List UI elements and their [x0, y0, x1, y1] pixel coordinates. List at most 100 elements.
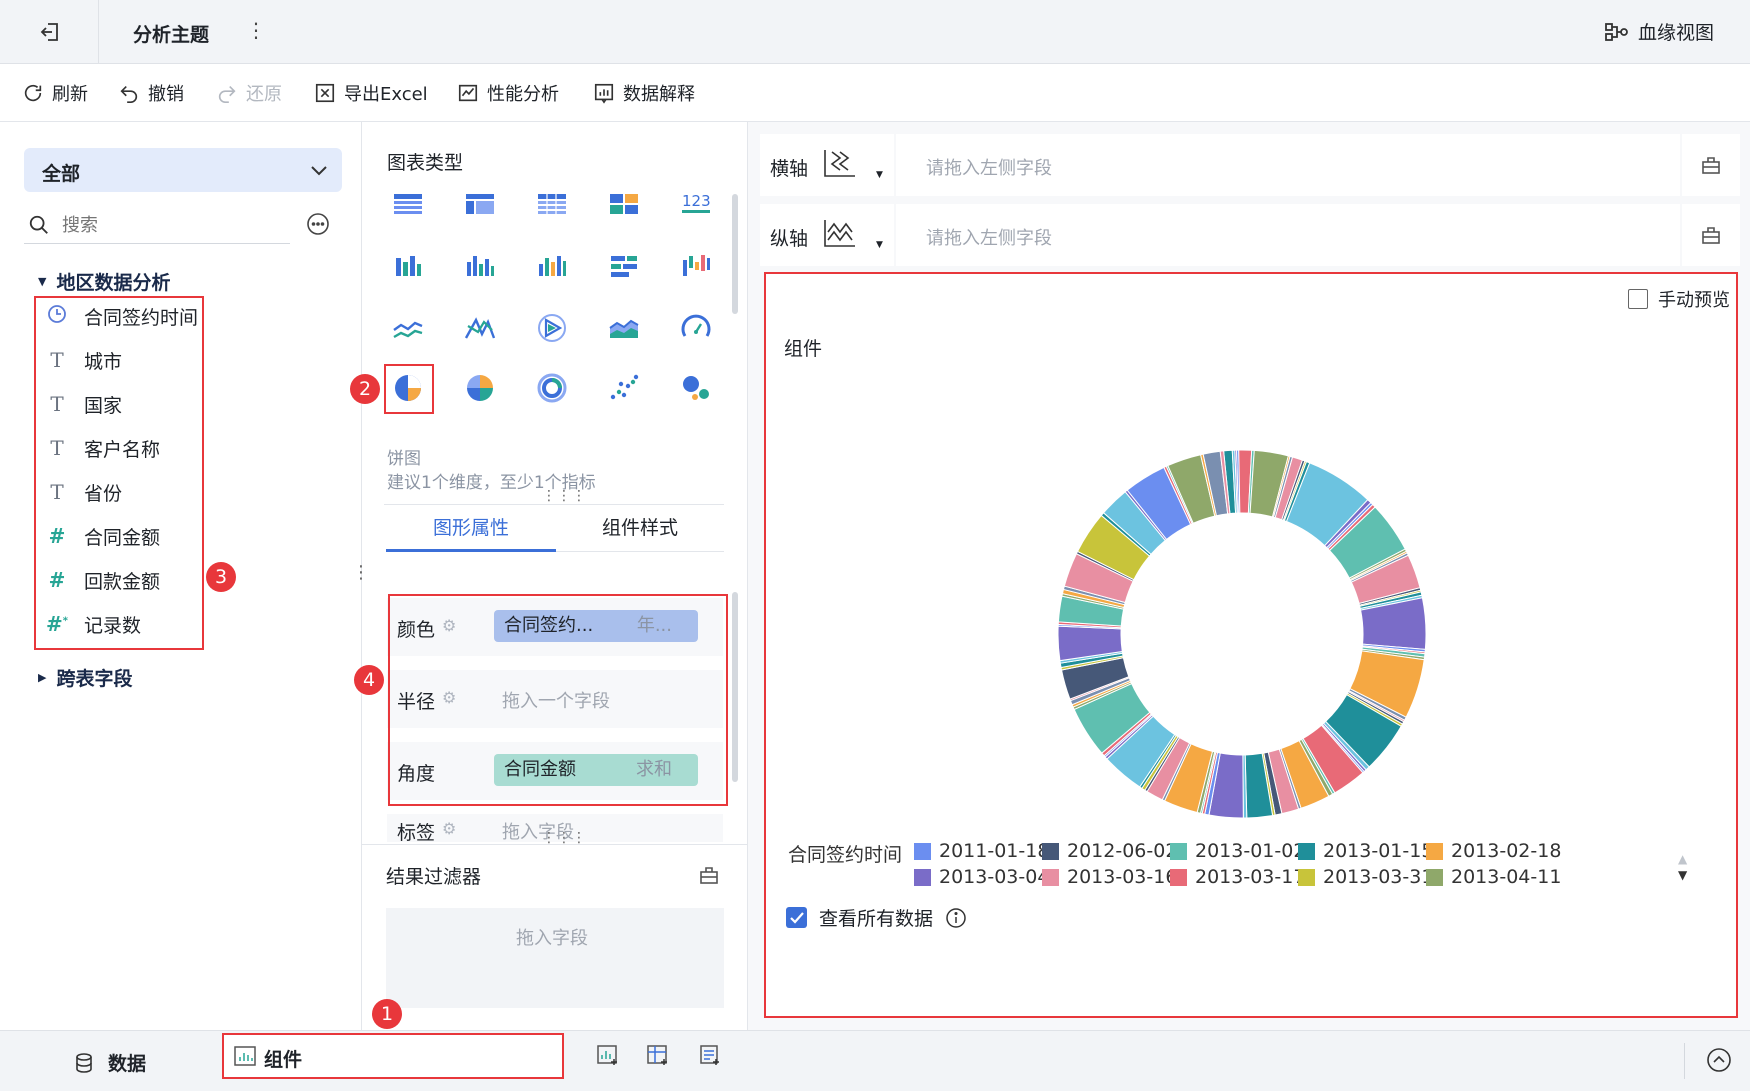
gauge-chart-icon[interactable] — [676, 308, 716, 348]
refresh-icon — [24, 84, 42, 102]
legend-item[interactable]: 2013-03-31 — [1298, 866, 1433, 888]
lineage-button[interactable]: 血缘视图 — [1604, 18, 1714, 45]
refresh-button[interactable]: 刷新 — [22, 78, 88, 108]
scatter-chart-icon[interactable] — [604, 368, 644, 408]
performance-icon — [458, 84, 478, 102]
back-icon[interactable] — [38, 20, 62, 44]
legend-item[interactable]: 2013-04-11 — [1426, 866, 1561, 888]
bubble-chart-icon[interactable] — [676, 368, 716, 408]
y-axis-row[interactable]: 纵轴 ▼ 请拖入左侧字段 — [760, 204, 1740, 266]
legend-swatch — [1298, 868, 1315, 886]
caret-down-icon[interactable]: ▼ — [876, 240, 883, 250]
tab-graph-props[interactable]: 图形属性 — [386, 506, 556, 552]
multi-pie-icon[interactable] — [460, 368, 500, 408]
legend-item[interactable]: 2013-01-02 — [1170, 840, 1305, 862]
group-title: 地区数据分析 — [56, 272, 171, 294]
cross-table-header[interactable]: ▶ 跨表字段 — [38, 664, 132, 691]
add-table-icon[interactable] — [698, 1043, 722, 1071]
view-all-data-toggle[interactable]: 查看所有数据 — [786, 904, 967, 931]
legend-item[interactable]: 2012-06-02 — [1042, 840, 1177, 862]
legend-item[interactable]: 2013-03-04 — [914, 866, 1049, 888]
legend-title: 合同签约时间 — [788, 844, 903, 866]
legend-label: 2013-03-16 — [1067, 866, 1178, 888]
scope-select[interactable]: 全部 — [24, 148, 342, 192]
search-input[interactable] — [62, 212, 282, 238]
tab-component-style[interactable]: 组件样式 — [556, 506, 724, 552]
split-handle[interactable]: ⋮⋮⋮ — [542, 488, 587, 504]
y-axis-placeholder: 请拖入左侧字段 — [926, 228, 1052, 249]
checkbox-unchecked-icon — [1628, 289, 1648, 309]
rose-chart-icon[interactable] — [532, 368, 572, 408]
filter-dropzone[interactable]: 拖入字段 — [386, 908, 724, 1008]
add-chart-icon[interactable] — [596, 1043, 620, 1071]
view-all-label: 查看所有数据 — [819, 908, 934, 930]
explain-icon — [594, 83, 614, 104]
radar-line-icon[interactable] — [460, 308, 500, 348]
info-icon[interactable] — [945, 907, 967, 929]
redo-button[interactable]: 还原 — [216, 78, 282, 108]
multi-column-icon[interactable] — [532, 246, 572, 286]
undo-button[interactable]: 撤销 — [118, 78, 184, 108]
legend-item[interactable]: 2013-02-18 — [1426, 840, 1561, 862]
grouped-bar-icon[interactable] — [388, 246, 428, 286]
x-axis-row[interactable]: 横轴 ▼ 请拖入左侧字段 — [760, 134, 1740, 196]
legend-swatch — [914, 842, 931, 860]
export-label: 导出Excel — [344, 84, 428, 105]
kpi-card-icon[interactable] — [604, 184, 644, 224]
x-axis-settings-icon[interactable] — [1700, 154, 1722, 180]
number-card-icon[interactable]: 123 — [676, 184, 716, 224]
more-options-icon[interactable] — [306, 212, 330, 240]
perf-analysis-button[interactable]: 性能分析 — [457, 78, 559, 108]
annotation-badge-4: 4 — [354, 665, 384, 695]
legend-label: 2011-01-18 — [939, 840, 1050, 862]
legend-item[interactable]: 2013-03-16 — [1042, 866, 1177, 888]
add-crosstab-icon[interactable] — [646, 1043, 670, 1071]
chart-type-scrollbar[interactable] — [732, 194, 738, 314]
legend-swatch — [1042, 842, 1059, 860]
table-chart-icon[interactable] — [388, 184, 428, 224]
collapse-up-icon[interactable] — [1706, 1047, 1732, 1077]
legend-label: 2012-06-02 — [1067, 840, 1178, 862]
props-scrollbar[interactable] — [732, 592, 738, 782]
tab-component[interactable]: 组件 — [222, 1033, 564, 1079]
legend-item[interactable]: 2013-03-17 — [1170, 866, 1305, 888]
legend-item[interactable]: 2011-01-18 — [914, 840, 1049, 862]
x-axis-placeholder: 请拖入左侧字段 — [926, 158, 1052, 179]
more-icon[interactable]: ⋮ — [246, 18, 266, 42]
x-axis-icon[interactable] — [822, 148, 856, 182]
crosstab-chart-icon[interactable] — [460, 184, 500, 224]
pie-chart-icon[interactable] — [388, 368, 428, 408]
line-chart-icon[interactable] — [388, 308, 428, 348]
page-title: 分析主题 — [133, 24, 210, 46]
detail-table-icon[interactable] — [532, 184, 572, 224]
area-chart-icon[interactable] — [604, 308, 644, 348]
legend-swatch — [1042, 868, 1059, 886]
legend-scroll-up-icon[interactable]: ▲ — [1678, 852, 1687, 866]
y-axis-settings-icon[interactable] — [1700, 224, 1722, 250]
chevron-down-icon — [310, 162, 328, 181]
radar-chart-icon[interactable] — [532, 308, 572, 348]
bar-chart-icon[interactable] — [604, 246, 644, 286]
field-search[interactable] — [24, 208, 290, 244]
column-chart-icon[interactable] — [460, 246, 500, 286]
annotation-badge-3: 3 — [206, 562, 236, 592]
manual-preview-toggle[interactable]: 手动预览 — [1628, 286, 1730, 312]
legend-label: 2013-03-31 — [1323, 866, 1434, 888]
caret-down-icon[interactable]: ▼ — [876, 170, 883, 180]
y-axis-icon[interactable] — [822, 218, 856, 252]
legend-item[interactable]: 2013-01-15 — [1298, 840, 1433, 862]
export-excel-button[interactable]: 导出Excel — [314, 78, 428, 108]
data-explain-button[interactable]: 数据解释 — [593, 78, 695, 108]
group-header[interactable]: ▼ 地区数据分析 — [38, 268, 170, 295]
tab-graph-props-label: 图形属性 — [432, 517, 509, 539]
explain-label: 数据解释 — [623, 84, 695, 105]
tab-data[interactable]: 数据 — [74, 1049, 146, 1076]
filter-settings-icon[interactable] — [698, 864, 720, 890]
legend-scroll-down-icon[interactable]: ▼ — [1678, 868, 1687, 882]
perf-label: 性能分析 — [487, 84, 559, 105]
redo-label: 还原 — [246, 84, 282, 105]
toolbar: 刷新 撤销 还原 导出Excel 性能分析 数据解释 — [0, 64, 1750, 122]
range-column-icon[interactable] — [676, 246, 716, 286]
chart-title: 组件 — [784, 338, 823, 360]
settings-gear-icon[interactable]: ⚙ — [442, 819, 456, 838]
